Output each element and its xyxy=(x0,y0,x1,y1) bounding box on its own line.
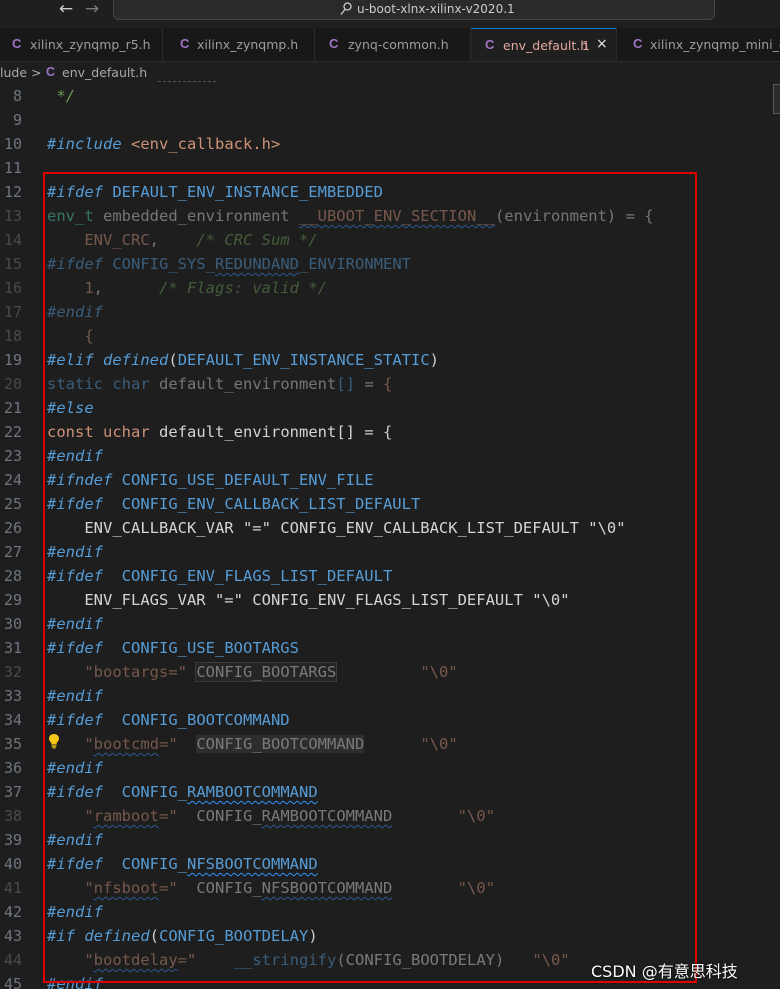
line-number: 33 xyxy=(3,687,22,705)
line-number: 40 xyxy=(3,855,22,873)
annotation-highlight-box xyxy=(43,172,697,983)
sticky-scroll-divider xyxy=(158,81,216,82)
tab-label: xilinx_zynqmp_r5.h xyxy=(30,37,151,52)
search-icon xyxy=(340,2,352,15)
line-text: */ xyxy=(47,87,75,105)
line-number: 36 xyxy=(3,759,22,777)
minimap-slider[interactable] xyxy=(773,84,780,114)
workspace-title: u-boot-xlnx-xilinx-v2020.1 xyxy=(357,2,515,16)
tab-env-default[interactable]: C env_default.h 1 × xyxy=(471,28,617,61)
tab-label: xilinx_zynqmp.h xyxy=(197,37,299,52)
line-number: 13 xyxy=(3,207,22,225)
line-number: 28 xyxy=(3,567,22,585)
line-number: 18 xyxy=(3,327,22,345)
line-number: 39 xyxy=(3,831,22,849)
line-number: 45 xyxy=(3,975,22,989)
line-number: 12 xyxy=(3,183,22,201)
title-bar: ← → u-boot-xlnx-xilinx-v2020.1 xyxy=(0,0,780,28)
tab-xilinx-zynqmp[interactable]: C xilinx_zynqmp.h xyxy=(163,28,315,61)
line-number: 31 xyxy=(3,639,22,657)
line-number: 8 xyxy=(12,87,22,105)
c-file-icon: C xyxy=(12,36,22,51)
tab-xilinx-zynqmp-mini-em[interactable]: C xilinx_zynqmp_mini_em xyxy=(617,28,780,61)
line-number: 9 xyxy=(12,111,22,129)
tab-label: zynq-common.h xyxy=(348,37,449,52)
code-line: 9 xyxy=(0,108,780,132)
line-number: 25 xyxy=(3,495,22,513)
line-number: 27 xyxy=(3,543,22,561)
line-text: #include <env_callback.h> xyxy=(47,135,281,153)
line-number: 20 xyxy=(3,375,22,393)
line-number: 19 xyxy=(3,351,22,369)
breadcrumb-file[interactable]: env_default.h xyxy=(62,65,147,80)
line-number: 41 xyxy=(3,879,22,897)
close-icon[interactable]: × xyxy=(596,36,608,52)
tab-label: xilinx_zynqmp_mini_em xyxy=(650,37,780,52)
line-number: 16 xyxy=(3,279,22,297)
line-number: 34 xyxy=(3,711,22,729)
line-number: 29 xyxy=(3,591,22,609)
problem-count-badge: 1 xyxy=(582,38,590,53)
watermark: CSDN @有意思科技 xyxy=(591,962,738,981)
line-number: 14 xyxy=(3,231,22,249)
c-file-icon: C xyxy=(329,36,339,51)
c-file-icon: C xyxy=(46,65,56,79)
c-file-icon: C xyxy=(180,36,190,51)
breadcrumb: lude > C env_default.h xyxy=(0,62,780,84)
command-center-search[interactable]: u-boot-xlnx-xilinx-v2020.1 xyxy=(113,0,715,20)
line-number: 43 xyxy=(3,927,22,945)
tab-label: env_default.h xyxy=(503,38,589,53)
line-number: 10 xyxy=(3,135,22,153)
line-number: 44 xyxy=(3,951,22,969)
arrow-left-icon[interactable]: ← xyxy=(55,0,77,20)
line-number: 11 xyxy=(3,159,22,177)
code-line: 10 #include <env_callback.h> xyxy=(0,132,780,156)
line-number: 17 xyxy=(3,303,22,321)
line-number: 21 xyxy=(3,399,22,417)
breadcrumb-separator: > xyxy=(31,65,42,80)
line-number: 42 xyxy=(3,903,22,921)
line-number: 30 xyxy=(3,615,22,633)
line-number: 22 xyxy=(3,423,22,441)
code-line: 8 */ xyxy=(0,84,780,108)
line-number: 24 xyxy=(3,471,22,489)
tab-zynq-common[interactable]: C zynq-common.h xyxy=(315,28,471,61)
c-file-icon: C xyxy=(485,37,495,52)
line-number: 15 xyxy=(3,255,22,273)
lightbulb-icon[interactable] xyxy=(48,733,60,749)
editor-tab-bar: C xilinx_zynqmp_r5.h C xilinx_zynqmp.h C… xyxy=(0,28,780,62)
tab-xilinx-zynqmp-r5[interactable]: C xilinx_zynqmp_r5.h xyxy=(0,28,163,61)
line-number: 38 xyxy=(3,807,22,825)
arrow-right-icon[interactable]: → xyxy=(81,0,103,20)
line-number: 37 xyxy=(3,783,22,801)
breadcrumb-folder[interactable]: lude xyxy=(0,65,27,80)
line-number: 26 xyxy=(3,519,22,537)
line-number: 32 xyxy=(3,663,22,681)
line-number: 23 xyxy=(3,447,22,465)
c-file-icon: C xyxy=(633,36,643,51)
line-number: 35 xyxy=(3,735,22,753)
